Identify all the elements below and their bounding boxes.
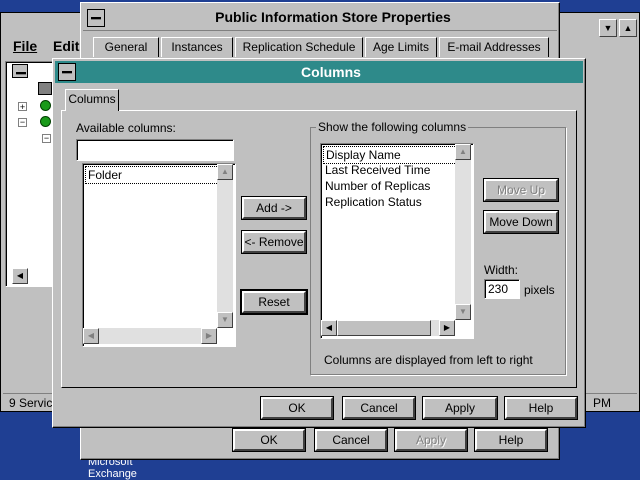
properties-ok-button[interactable]: OK — [232, 428, 306, 452]
add-button[interactable]: Add -> — [241, 196, 307, 220]
columns-tab-page: Available columns: Folder ▲ ▼ ◀ ▶ Add ->… — [61, 110, 577, 388]
tree-collapse-minus-icon[interactable]: − — [18, 118, 27, 127]
scroll-up-arrow-icon[interactable]: ▲ — [217, 164, 233, 180]
columns-ok-button[interactable]: OK — [260, 396, 334, 420]
tree-globe-icon — [40, 116, 51, 127]
hscroll-thumb[interactable] — [337, 320, 431, 336]
columns-titlebar: Columns — [55, 61, 583, 83]
child-window-system-menu[interactable] — [12, 64, 28, 78]
columns-dialog: Columns Columns Available columns: Folde… — [52, 58, 586, 428]
columns-title: Columns — [301, 64, 361, 80]
tab-general[interactable]: General — [93, 37, 159, 57]
show-vscrollbar[interactable]: ▲ ▼ — [455, 144, 471, 320]
columns-apply-button[interactable]: Apply — [422, 396, 498, 420]
tab-columns[interactable]: Columns — [65, 89, 119, 111]
menu-file[interactable]: File — [13, 38, 37, 54]
move-up-button[interactable]: Move Up — [483, 178, 559, 202]
available-columns-label: Available columns: — [76, 121, 176, 135]
tab-replication-schedule[interactable]: Replication Schedule — [235, 37, 363, 57]
move-down-button[interactable]: Move Down — [483, 210, 559, 234]
maximize-arrow-icon[interactable]: ▲ — [619, 19, 637, 37]
tree-scroll-left-icon[interactable]: ◀ — [12, 268, 28, 284]
list-item[interactable]: Replication Status — [323, 194, 422, 210]
properties-system-menu-icon[interactable] — [87, 9, 105, 27]
list-item[interactable]: Number of Replicas — [323, 178, 430, 194]
scroll-up-arrow-icon[interactable]: ▲ — [455, 144, 471, 160]
columns-order-note: Columns are displayed from left to right — [324, 353, 533, 367]
columns-system-menu-icon[interactable] — [58, 63, 76, 81]
scroll-left-arrow-icon[interactable]: ◀ — [321, 320, 337, 336]
scroll-right-arrow-icon[interactable]: ▶ — [201, 328, 217, 344]
width-input[interactable] — [484, 279, 520, 299]
scroll-right-arrow-icon[interactable]: ▶ — [439, 320, 455, 336]
status-text-right: PM — [593, 396, 611, 410]
properties-titlebar: Public Information Store Properties — [83, 5, 557, 31]
properties-cancel-button[interactable]: Cancel — [314, 428, 388, 452]
tab-email-addresses[interactable]: E-mail Addresses — [439, 37, 549, 57]
pixels-label: pixels — [524, 283, 555, 297]
tree-server-icon[interactable] — [38, 82, 52, 95]
width-label: Width: — [484, 263, 519, 277]
tab-age-limits[interactable]: Age Limits — [365, 37, 437, 57]
columns-cancel-button[interactable]: Cancel — [342, 396, 416, 420]
available-hscrollbar[interactable]: ◀ ▶ — [83, 328, 217, 344]
scroll-down-arrow-icon[interactable]: ▼ — [455, 304, 471, 320]
scroll-down-arrow-icon[interactable]: ▼ — [599, 19, 617, 37]
show-hscrollbar[interactable]: ◀ ▶ — [321, 320, 455, 336]
columns-help-button[interactable]: Help — [504, 396, 578, 420]
reset-button[interactable]: Reset — [240, 289, 308, 315]
list-item[interactable]: Last Received Time — [323, 162, 430, 178]
desktop-icon-label-line2: Exchange — [88, 468, 137, 480]
scroll-left-arrow-icon[interactable]: ◀ — [83, 328, 99, 344]
available-columns-list[interactable]: Folder ▲ ▼ ◀ ▶ — [82, 163, 236, 347]
tree-collapse-minus-icon[interactable]: − — [42, 134, 51, 143]
properties-title: Public Information Store Properties — [215, 9, 451, 25]
available-columns-input[interactable] — [76, 139, 234, 161]
tree-expand-plus-icon[interactable]: + — [18, 102, 27, 112]
show-columns-label: Show the following columns — [316, 120, 469, 134]
menu-edit[interactable]: Edit — [53, 38, 79, 54]
show-columns-list[interactable]: Display Name Last Received Time Number o… — [320, 143, 474, 339]
available-vscrollbar[interactable]: ▲ ▼ — [217, 164, 233, 328]
remove-button[interactable]: <- Remove — [241, 230, 307, 254]
list-item[interactable]: Folder — [85, 166, 221, 184]
properties-help-button[interactable]: Help — [474, 428, 548, 452]
tab-instances[interactable]: Instances — [161, 37, 233, 57]
tree-globe-icon — [40, 100, 51, 111]
properties-apply-button[interactable]: Apply — [394, 428, 468, 452]
scroll-down-arrow-icon[interactable]: ▼ — [217, 312, 233, 328]
